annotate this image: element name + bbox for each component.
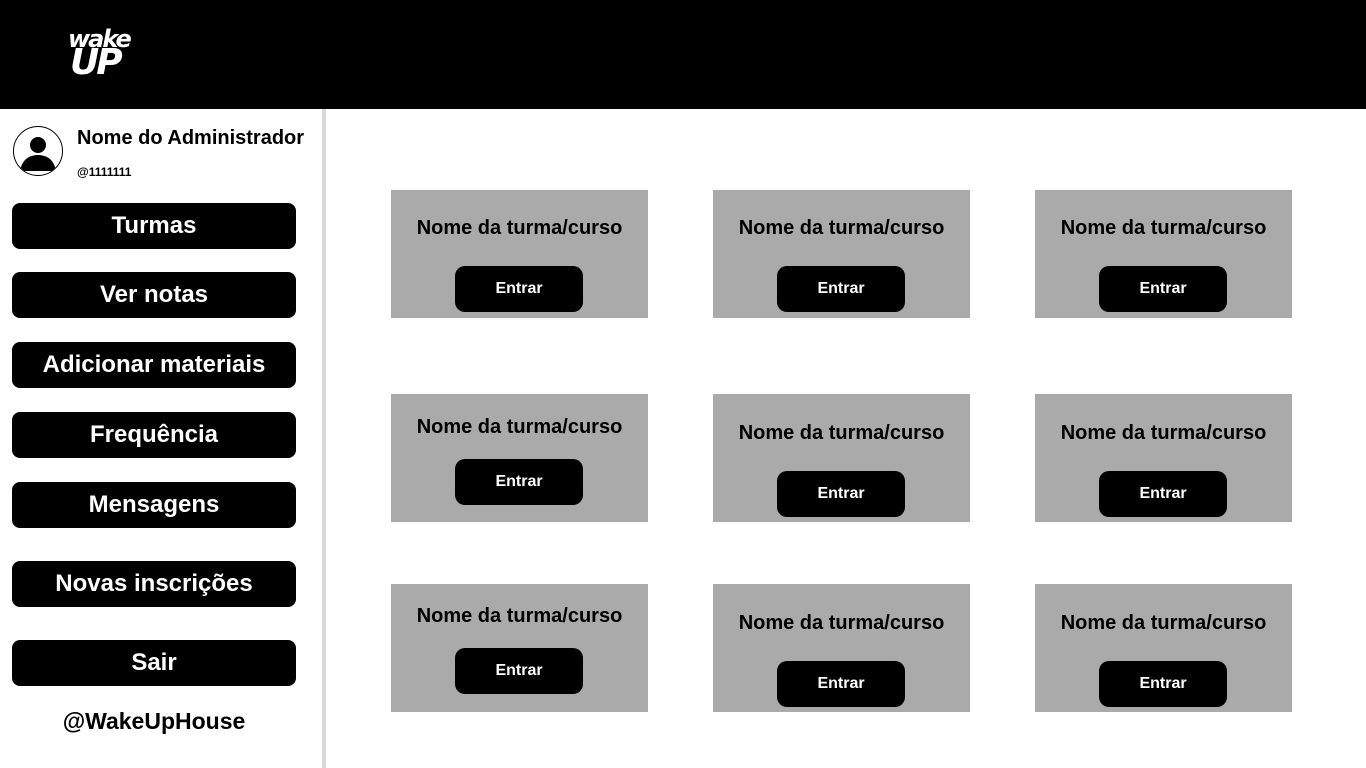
nav-turmas-button[interactable]: Turmas bbox=[12, 203, 296, 249]
course-title: Nome da turma/curso bbox=[738, 612, 945, 634]
wakeup-logo[interactable]: wake UP bbox=[66, 27, 144, 85]
enter-button[interactable]: Entrar bbox=[777, 661, 905, 707]
enter-button[interactable]: Entrar bbox=[1099, 471, 1227, 517]
course-title: Nome da turma/curso bbox=[1060, 422, 1267, 444]
nav-adicionar-materiais-button[interactable]: Adicionar materiais bbox=[12, 342, 296, 388]
enter-button[interactable]: Entrar bbox=[455, 648, 583, 694]
nav-novas-inscricoes-button[interactable]: Novas inscrições bbox=[12, 561, 296, 607]
course-card: Nome da turma/curso Entrar bbox=[713, 584, 970, 712]
course-card: Nome da turma/curso Entrar bbox=[391, 190, 648, 318]
enter-button[interactable]: Entrar bbox=[455, 459, 583, 505]
user-avatar-icon bbox=[13, 126, 63, 176]
course-title: Nome da turma/curso bbox=[416, 217, 623, 239]
sidebar-divider bbox=[322, 109, 326, 768]
enter-button[interactable]: Entrar bbox=[455, 266, 583, 312]
footer-handle: @WakeUpHouse bbox=[62, 708, 246, 734]
course-card: Nome da turma/curso Entrar bbox=[1035, 394, 1292, 522]
enter-button[interactable]: Entrar bbox=[777, 471, 905, 517]
course-title: Nome da turma/curso bbox=[1060, 612, 1267, 634]
enter-button[interactable]: Entrar bbox=[1099, 661, 1227, 707]
course-card: Nome da turma/curso Entrar bbox=[391, 394, 648, 522]
enter-button[interactable]: Entrar bbox=[1099, 266, 1227, 312]
course-title: Nome da turma/curso bbox=[1060, 217, 1267, 239]
enter-button[interactable]: Entrar bbox=[777, 266, 905, 312]
nav-mensagens-button[interactable]: Mensagens bbox=[12, 482, 296, 528]
nav-frequencia-button[interactable]: Frequência bbox=[12, 412, 296, 458]
logo-up-text: UP bbox=[70, 42, 123, 83]
nav-ver-notas-button[interactable]: Ver notas bbox=[12, 272, 296, 318]
course-title: Nome da turma/curso bbox=[738, 422, 945, 444]
top-header: wake UP bbox=[0, 0, 1366, 109]
course-card: Nome da turma/curso Entrar bbox=[713, 394, 970, 522]
logout-button[interactable]: Sair bbox=[12, 640, 296, 686]
course-card: Nome da turma/curso Entrar bbox=[713, 190, 970, 318]
course-card: Nome da turma/curso Entrar bbox=[391, 584, 648, 712]
course-title: Nome da turma/curso bbox=[416, 605, 623, 627]
course-title: Nome da turma/curso bbox=[416, 416, 623, 438]
course-card: Nome da turma/curso Entrar bbox=[1035, 190, 1292, 318]
course-title: Nome da turma/curso bbox=[738, 217, 945, 239]
admin-name: Nome do Administrador bbox=[77, 127, 305, 149]
course-card: Nome da turma/curso Entrar bbox=[1035, 584, 1292, 712]
admin-handle: @1111111 bbox=[77, 165, 132, 179]
